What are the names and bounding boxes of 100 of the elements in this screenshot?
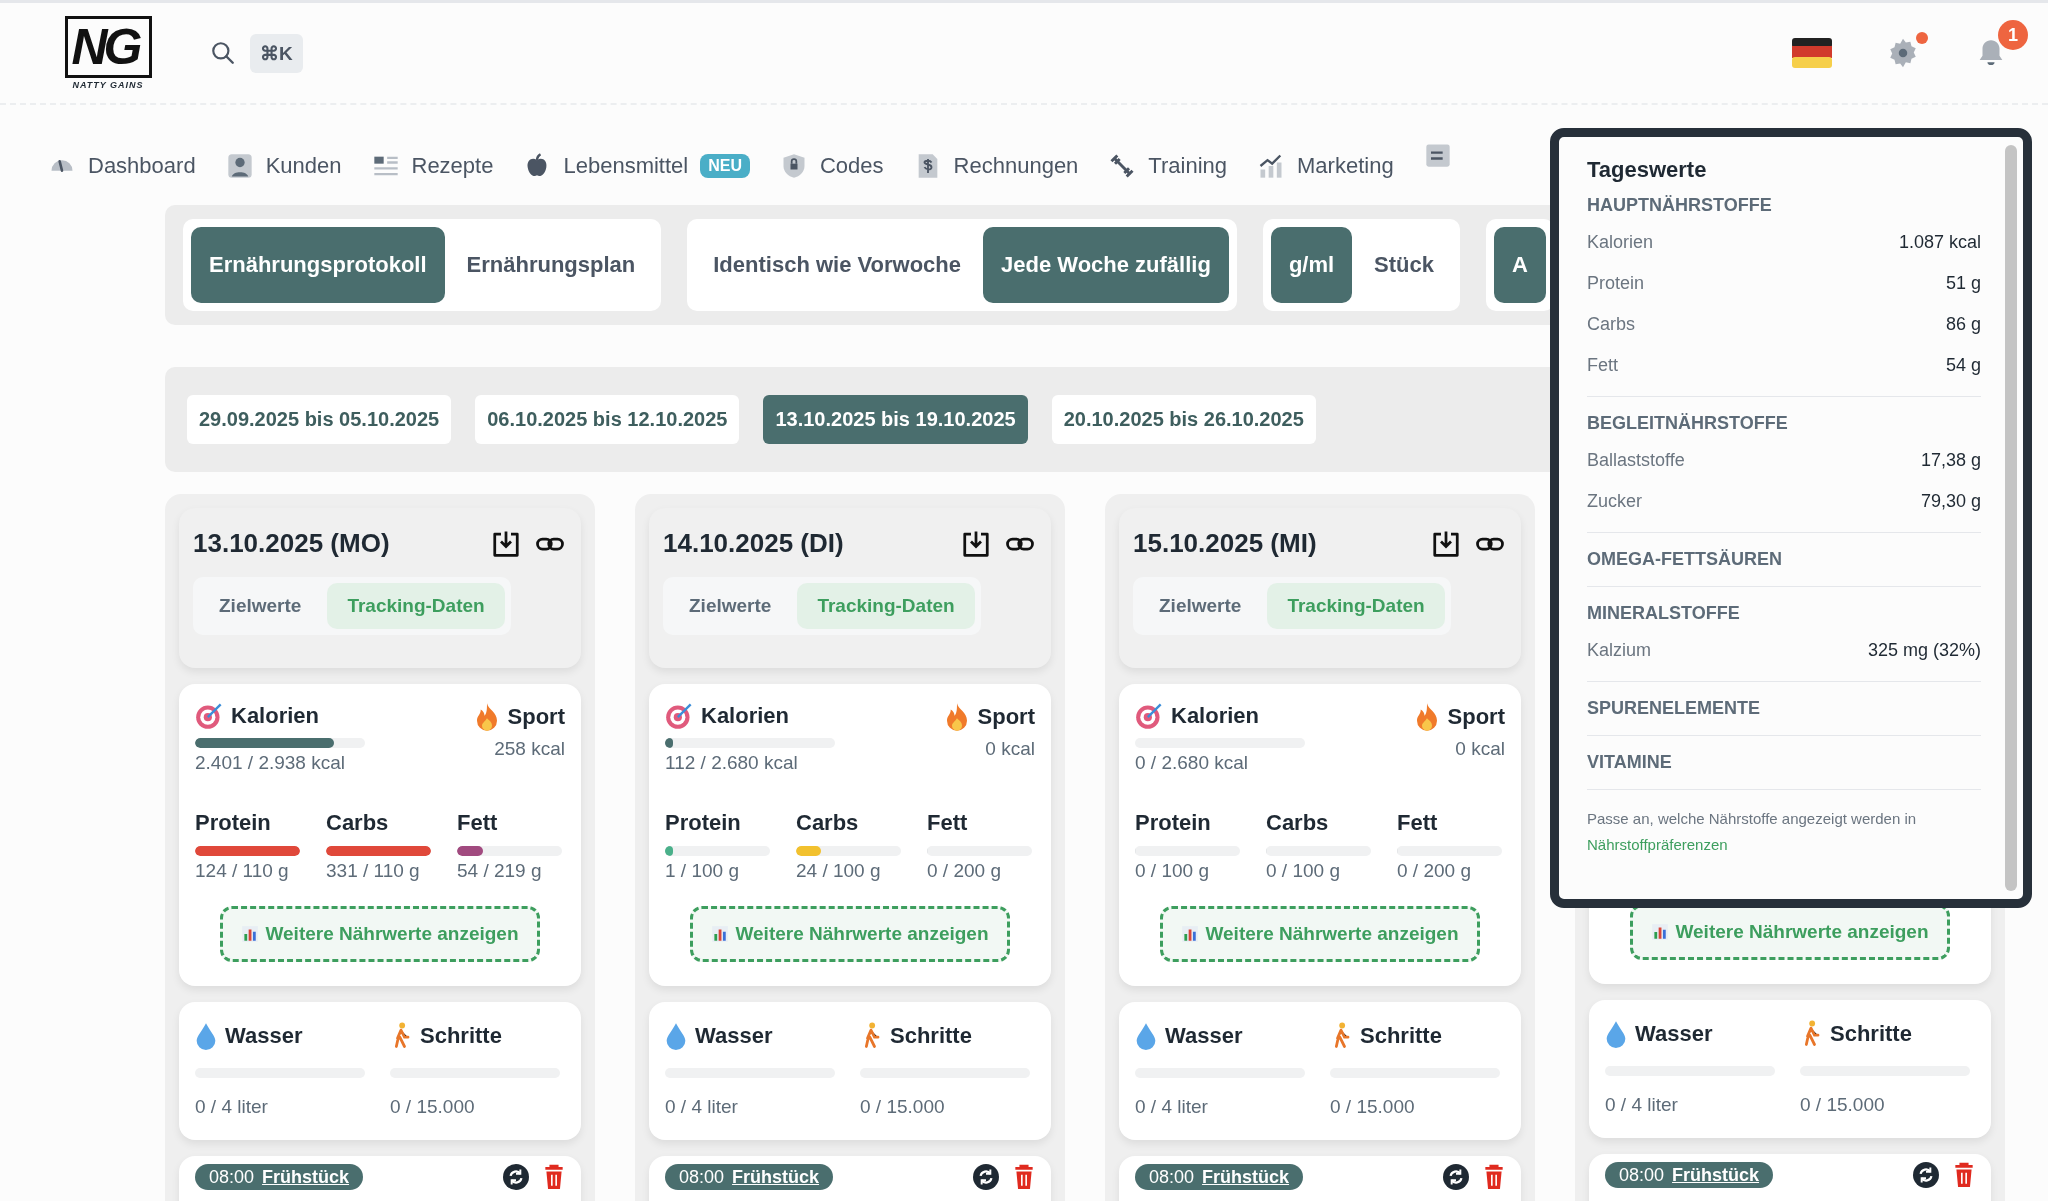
search-icon[interactable] [210, 40, 236, 66]
nutrient-name: Kalzium [1587, 640, 1652, 661]
macro-reading: 0 / 200 g [1397, 860, 1472, 882]
water-label: Wasser [1165, 1023, 1243, 1049]
refresh-icon[interactable] [1913, 1162, 1939, 1188]
nav-link[interactable]: Training [1148, 153, 1228, 179]
week-button[interactable]: 13.10.2025 bis 19.10.2025 [763, 395, 1028, 444]
nav-link[interactable]: Rechnungen [953, 153, 1079, 179]
trash-icon[interactable] [1013, 1164, 1035, 1190]
toggle-button[interactable]: Stück [1356, 227, 1453, 303]
nav-link[interactable]: Kunden [265, 153, 342, 179]
view-tab[interactable]: Zielwerte [199, 583, 322, 629]
bar-chart-icon [1651, 923, 1670, 941]
droplet-icon [665, 1022, 687, 1050]
macro-label: Protein [1135, 810, 1212, 836]
meal-time: 08:00 [209, 1166, 255, 1188]
week-button[interactable]: 06.10.2025 bis 12.10.2025 [475, 395, 740, 444]
target-icon [665, 702, 693, 730]
meal-link[interactable]: Frühstück [1672, 1164, 1760, 1186]
section-heading: VITAMINE [1587, 752, 1673, 773]
macro-reading: 24 / 100 g [796, 860, 882, 882]
preferences-link[interactable]: Nährstoffpräferenzen [1587, 836, 1728, 853]
view-tab[interactable]: Zielwerte [1139, 583, 1262, 629]
meal-link[interactable]: Frühstück [1202, 1166, 1290, 1188]
toggle-button[interactable]: Ernährungsplan [448, 227, 654, 303]
more-nutrients-button[interactable]: Weitere Nährwerte anzeigen [1160, 906, 1480, 962]
water-reading: 0 / 4 liter [1605, 1094, 1679, 1116]
nutrient-value: 86 g [1945, 314, 1981, 335]
nav-link[interactable]: Codes [820, 153, 884, 179]
refresh-icon[interactable] [973, 1164, 999, 1190]
day-date: 13.10.2025 (MO) [193, 528, 391, 559]
section-heading: HAUPTNÄHRSTOFFE [1587, 195, 1773, 216]
calories-reading: 0 / 2.680 kcal [1135, 752, 1249, 773]
week-button[interactable]: 20.10.2025 bis 26.10.2025 [1051, 395, 1316, 444]
view-tab[interactable]: Tracking-Daten [797, 583, 975, 629]
trash-icon[interactable] [1483, 1164, 1505, 1190]
macro-reading: 0 / 100 g [1266, 860, 1341, 882]
macro-label: Protein [195, 810, 272, 836]
macro-reading: 124 / 110 g [195, 860, 290, 882]
toggle-button[interactable]: Jede Woche zufällig [983, 227, 1229, 303]
toggle-button[interactable]: Identisch wie Vorwoche [695, 227, 979, 303]
macro-reading: 1 / 100 g [665, 860, 740, 882]
view-tab[interactable]: Zielwerte [669, 583, 792, 629]
scrollbar[interactable] [2005, 145, 2017, 891]
view-tab[interactable]: Tracking-Daten [327, 583, 505, 629]
nutrient-name: Carbs [1587, 314, 1635, 335]
toggle-button[interactable]: A [1494, 227, 1546, 303]
meal-link[interactable]: Frühstück [262, 1166, 350, 1188]
macro-reading: 0 / 100 g [1135, 860, 1210, 882]
macro-label: Protein [665, 810, 742, 836]
nutrient-name: Zucker [1587, 491, 1642, 512]
more-nutrients-button[interactable]: Weitere Nährwerte anzeigen [690, 906, 1010, 962]
week-button[interactable]: 29.09.2025 bis 05.10.2025 [187, 395, 452, 444]
steps-reading: 0 / 15.000 [1800, 1094, 1886, 1116]
steps-reading: 0 / 15.000 [860, 1096, 946, 1118]
day-date: 15.10.2025 (MI) [1133, 528, 1318, 559]
droplet-icon [1135, 1022, 1157, 1050]
droplet-icon [195, 1022, 217, 1050]
steps-label: Schritte [1830, 1021, 1912, 1047]
sport-label: Sport [977, 704, 1035, 730]
nav-link[interactable]: Rezepte [411, 153, 494, 179]
nav-link[interactable]: Marketing [1297, 153, 1394, 179]
more-nutrients-button[interactable]: Weitere Nährwerte anzeigen [220, 906, 540, 962]
trash-icon[interactable] [543, 1164, 565, 1190]
section-heading: BEGLEITNÄHRSTOFFE [1587, 413, 1789, 434]
meal-time: 08:00 [1619, 1164, 1665, 1186]
trash-icon[interactable] [1953, 1162, 1975, 1188]
person-icon[interactable] [225, 152, 254, 180]
nutrient-value: 51 g [1945, 273, 1981, 294]
nutrient-value: 54 g [1945, 355, 1981, 376]
calories-label: Kalorien [1171, 703, 1260, 729]
bar-chart-icon [711, 925, 730, 943]
macro-label: Fett [927, 810, 969, 836]
toggle-button[interactable]: g/ml [1270, 227, 1353, 303]
macro-label: Carbs [1266, 810, 1330, 836]
meal-link[interactable]: Frühstück [732, 1166, 820, 1188]
nutrient-value: 325 mg (32%) [1867, 640, 1981, 661]
meal-time: 08:00 [679, 1166, 725, 1188]
nav-link[interactable]: Dashboard [88, 153, 196, 179]
calories-label: Kalorien [701, 703, 790, 729]
popover-title: Tageswerte [1587, 157, 1708, 183]
nutrient-name: Kalorien [1587, 232, 1654, 253]
view-tab[interactable]: Tracking-Daten [1267, 583, 1445, 629]
toggle-button[interactable]: Ernährungsprotokoll [191, 227, 445, 303]
water-label: Wasser [225, 1023, 303, 1049]
refresh-icon[interactable] [503, 1164, 529, 1190]
logo[interactable]: NG NATTY GAINS [60, 16, 156, 90]
section-heading: OMEGA-FETTSÄUREN [1587, 549, 1783, 570]
nav-link[interactable]: Lebensmittel [563, 153, 689, 179]
bar-chart-icon [241, 925, 260, 943]
macro-label: Carbs [796, 810, 860, 836]
nutrient-name: Fett [1587, 355, 1618, 376]
meal-time: 08:00 [1149, 1166, 1195, 1188]
shortcut-key[interactable]: ⌘K [250, 33, 303, 73]
flag-icon[interactable] [1792, 38, 1832, 68]
section-heading: MINERALSTOFFE [1587, 603, 1741, 624]
calories-reading: 112 / 2.680 kcal [665, 752, 798, 773]
macro-label: Fett [1397, 810, 1439, 836]
bar-chart-icon [1181, 925, 1200, 943]
refresh-icon[interactable] [1443, 1164, 1469, 1190]
